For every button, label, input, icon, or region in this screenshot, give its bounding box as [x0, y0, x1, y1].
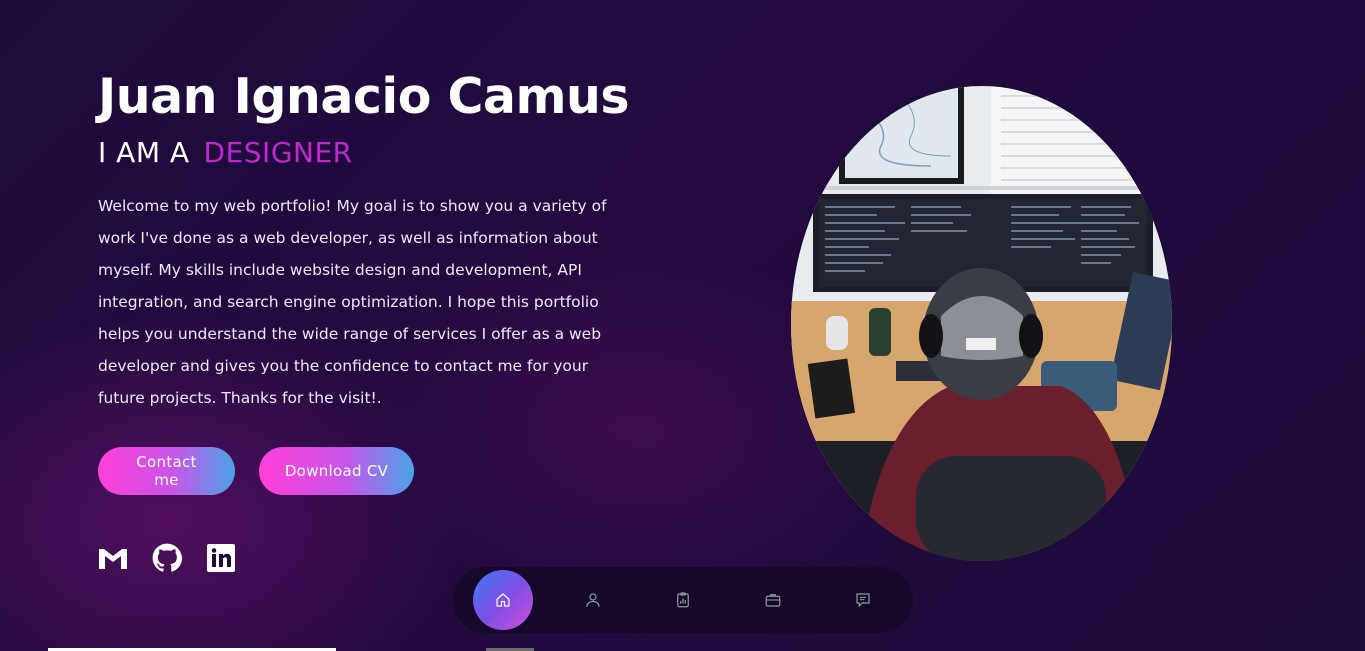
hero-section: Juan Ignacio Camus I AM A DESIGNER Welcom…: [98, 66, 658, 414]
contact-button[interactable]: Contact me: [98, 447, 235, 495]
home-icon: [496, 593, 510, 607]
gmail-icon[interactable]: [98, 543, 128, 573]
role-prefix: I AM A: [98, 136, 190, 169]
page-title: Juan Ignacio Camus: [98, 68, 630, 125]
message-icon: [856, 593, 870, 607]
nav-about[interactable]: [563, 570, 623, 630]
nav-skills[interactable]: [653, 570, 713, 630]
user-icon: [586, 593, 600, 607]
cta-buttons: Contact me Download CV: [98, 447, 414, 495]
social-links: [98, 543, 236, 573]
intro-paragraph: Welcome to my web portfolio! My goal is …: [98, 197, 607, 407]
nav-portfolio[interactable]: [743, 570, 803, 630]
role-heading: I AM A DESIGNER: [98, 136, 658, 170]
briefcase-icon: [765, 594, 781, 607]
nav-home[interactable]: [473, 570, 533, 630]
profile-photo: [791, 86, 1172, 561]
github-icon[interactable]: [152, 543, 182, 573]
bottom-nav-dock: [453, 567, 913, 633]
clipboard-icon: [677, 592, 689, 608]
download-cv-button[interactable]: Download CV: [259, 447, 414, 495]
nav-contact[interactable]: [833, 570, 893, 630]
linkedin-icon[interactable]: [206, 543, 236, 573]
role-typed-word: DESIGNER: [203, 136, 353, 169]
